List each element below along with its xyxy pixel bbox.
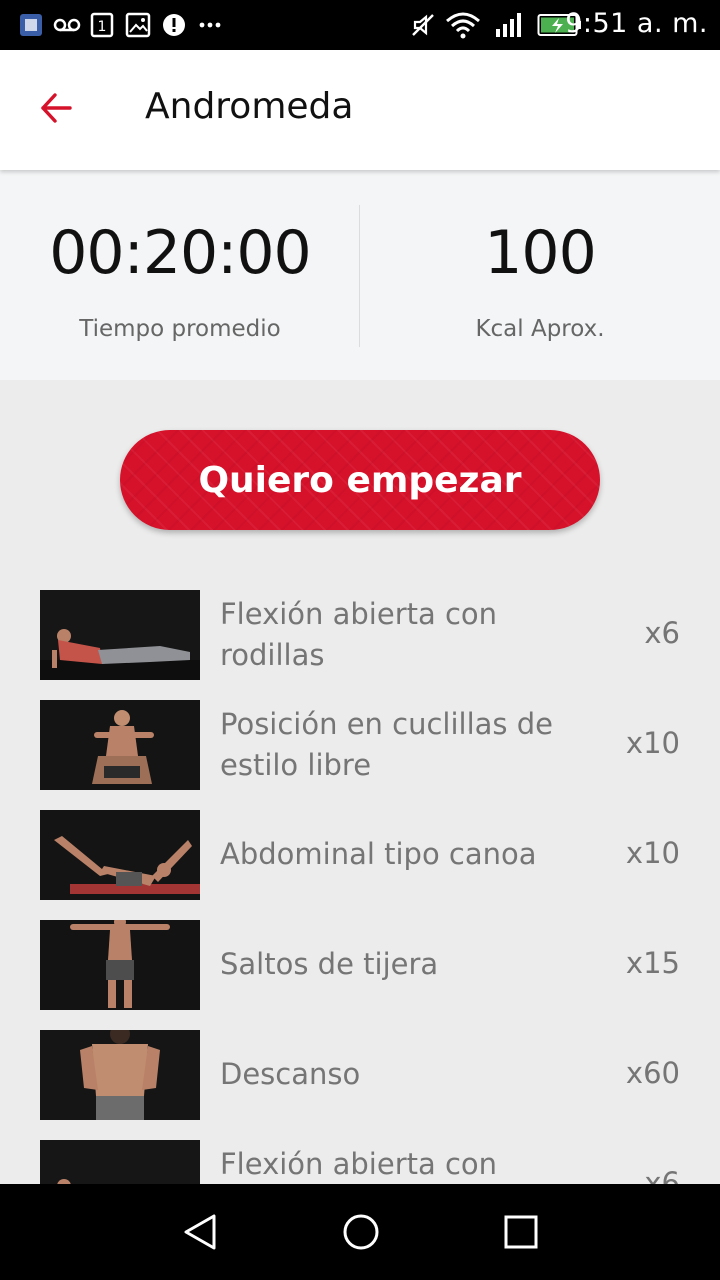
exercise-name: Abdominal tipo canoa bbox=[220, 837, 537, 871]
signal-icon bbox=[492, 10, 528, 40]
exercise-row[interactable]: Posición en cuclillas de estilo libre x1… bbox=[0, 700, 720, 790]
exercise-row[interactable]: Flexión abierta con rodillas x6 bbox=[0, 1140, 720, 1184]
exercise-name: Descanso bbox=[220, 1057, 361, 1091]
app-notification-icon bbox=[16, 10, 46, 40]
status-time: 9:51 a. m. bbox=[565, 8, 708, 39]
exercise-count: x6 bbox=[644, 1166, 680, 1184]
mute-icon bbox=[408, 10, 438, 40]
svg-text:1: 1 bbox=[98, 19, 107, 35]
arrow-left-icon bbox=[41, 93, 72, 123]
start-workout-button[interactable]: Quiero empezar bbox=[120, 430, 600, 530]
kcal-value: 100 bbox=[484, 218, 597, 288]
image-icon bbox=[124, 10, 152, 40]
alert-icon bbox=[160, 10, 188, 40]
status-bar: 1 9:51 a. m. bbox=[0, 0, 720, 50]
exercise-row[interactable]: Descanso x60 bbox=[0, 1030, 720, 1120]
exercise-row[interactable]: Abdominal tipo canoa x10 bbox=[0, 810, 720, 900]
exercise-name: Flexión abierta con rodillas bbox=[220, 1147, 498, 1181]
more-dots-icon bbox=[196, 10, 224, 40]
exercise-thumbnail bbox=[40, 810, 200, 900]
exercise-name: Saltos de tijera bbox=[220, 947, 439, 981]
system-nav-bar bbox=[0, 1184, 720, 1280]
nav-recents-button[interactable] bbox=[497, 1208, 545, 1256]
nav-back-button[interactable] bbox=[176, 1208, 224, 1256]
app-bar: Andromeda bbox=[0, 50, 720, 170]
average-time-value: 00:20:00 bbox=[49, 218, 311, 288]
exercise-row[interactable]: Saltos de tijera x15 bbox=[0, 920, 720, 1010]
back-triangle-icon bbox=[184, 1214, 216, 1250]
voicemail-icon bbox=[52, 10, 82, 40]
exercise-name: Flexión abierta con rodillas bbox=[220, 597, 498, 672]
exercise-thumbnail bbox=[40, 1140, 200, 1184]
exercise-thumbnail bbox=[40, 1030, 200, 1120]
home-circle-icon bbox=[343, 1214, 379, 1250]
exercise-row[interactable]: Flexión abierta con rodillas x6 bbox=[0, 590, 720, 680]
nav-home-button[interactable] bbox=[337, 1208, 385, 1256]
exercise-count: x6 bbox=[644, 616, 680, 650]
stats-panel: 00:20:00 Tiempo promedio 100 Kcal Aprox. bbox=[0, 170, 720, 380]
kcal-stat: 100 Kcal Aprox. bbox=[360, 170, 720, 380]
exercise-count: x10 bbox=[625, 726, 680, 760]
exercise-name: Posición en cuclillas de estilo libre bbox=[220, 707, 553, 782]
exercise-list[interactable]: Flexión abierta con rodillas x6 Posición… bbox=[0, 590, 720, 1184]
average-time-label: Tiempo promedio bbox=[79, 316, 281, 342]
recents-square-icon bbox=[504, 1215, 538, 1249]
exercise-thumbnail bbox=[40, 700, 200, 790]
exercise-count: x10 bbox=[625, 836, 680, 870]
exercise-thumbnail bbox=[40, 590, 200, 680]
wifi-icon bbox=[444, 10, 482, 40]
exercise-thumbnail bbox=[40, 920, 200, 1010]
average-time-stat: 00:20:00 Tiempo promedio bbox=[0, 170, 360, 380]
sim-1-icon: 1 bbox=[88, 10, 116, 40]
exercise-count: x60 bbox=[625, 1056, 680, 1090]
stats-divider bbox=[359, 205, 360, 347]
back-button[interactable] bbox=[28, 80, 84, 136]
kcal-label: Kcal Aprox. bbox=[475, 316, 605, 342]
exercise-count: x15 bbox=[625, 946, 680, 980]
page-title: Andromeda bbox=[145, 86, 354, 127]
